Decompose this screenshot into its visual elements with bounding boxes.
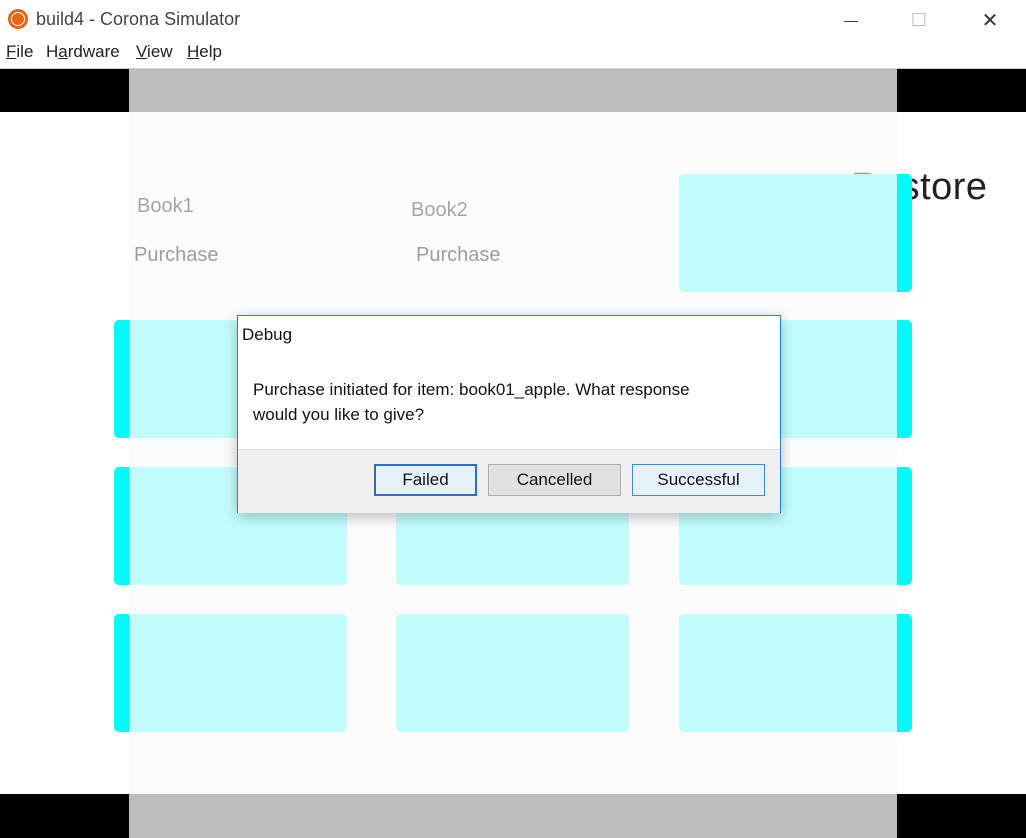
book2-purchase-button[interactable]: Purchase (416, 244, 501, 267)
title-bar: build4 - Corona Simulator — ☐ ✕ (0, 0, 1026, 40)
failed-button[interactable]: Failed (374, 464, 477, 496)
corona-app-icon (8, 9, 28, 29)
window-title: build4 - Corona Simulator (36, 9, 241, 29)
menu-hardware[interactable]: Hardware (46, 42, 120, 62)
debug-dialog: Debug Purchase initiated for item: book0… (237, 315, 781, 513)
menu-view[interactable]: View (136, 42, 173, 62)
book1-title: Book1 (137, 195, 194, 217)
cancelled-button[interactable]: Cancelled (488, 464, 621, 496)
dialog-button-bar: Failed Cancelled Successful (238, 449, 780, 513)
minimize-icon: — (844, 12, 858, 28)
book-tile[interactable] (396, 614, 629, 732)
maximize-icon: ☐ (910, 9, 928, 30)
device-frame-top (129, 69, 897, 112)
book1-purchase-button[interactable]: Purchase (134, 244, 219, 267)
maximize-button[interactable]: ☐ (884, 0, 954, 40)
book-tile[interactable] (679, 614, 912, 732)
dialog-title: Debug (242, 325, 293, 344)
dialog-message: Purchase initiated for item: book01_appl… (253, 380, 690, 424)
menu-file[interactable]: File (6, 42, 33, 62)
device-frame-bottom (129, 794, 897, 838)
menu-bar: File Hardware View Help (0, 40, 1026, 69)
successful-button[interactable]: Successful (632, 464, 765, 496)
close-icon: ✕ (981, 9, 999, 32)
book-tile[interactable] (679, 174, 912, 292)
book-tile[interactable] (114, 614, 347, 732)
close-button[interactable]: ✕ (955, 0, 1025, 40)
menu-help[interactable]: Help (187, 42, 222, 62)
book2-title: Book2 (411, 199, 468, 221)
minimize-button[interactable]: — (816, 0, 886, 40)
